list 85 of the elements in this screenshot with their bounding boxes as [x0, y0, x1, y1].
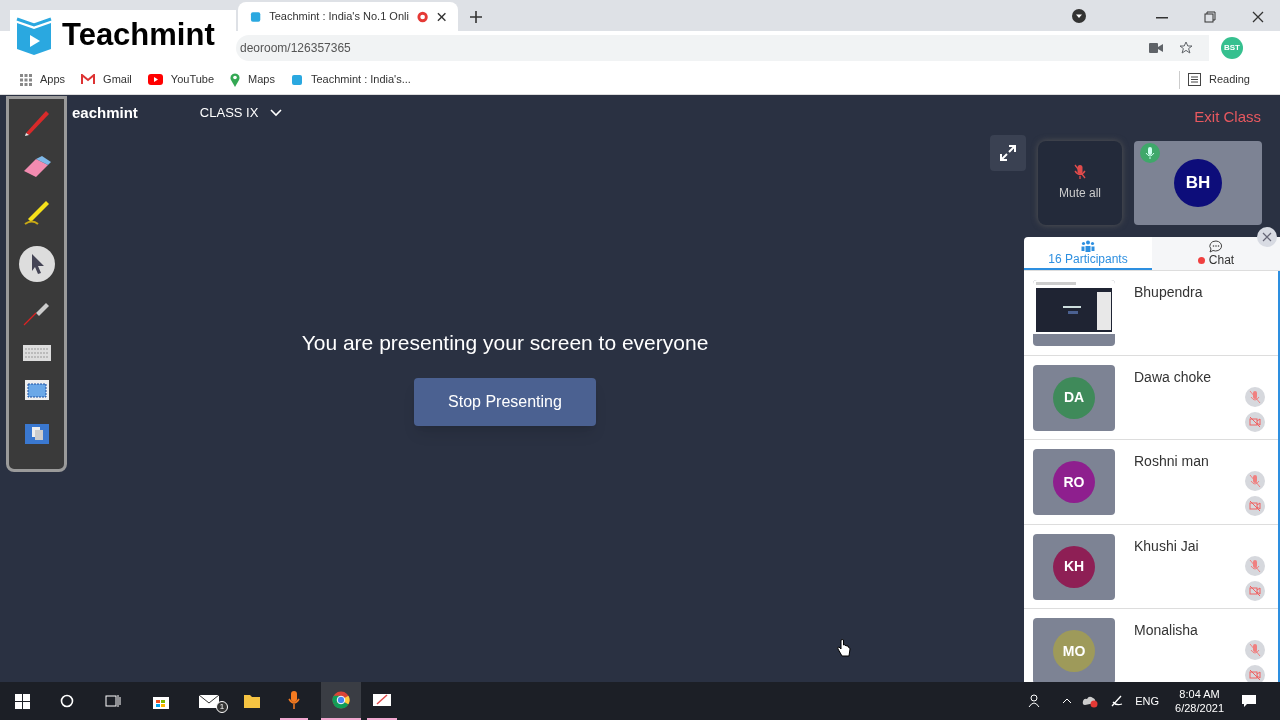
star-icon[interactable] — [1179, 41, 1193, 55]
tab-favicon-icon — [250, 10, 262, 23]
chevron-up-icon[interactable] — [1062, 698, 1073, 704]
pointer-icon[interactable] — [17, 245, 56, 283]
minimize-icon[interactable] — [1156, 17, 1168, 19]
mail-badge: 1 — [216, 701, 228, 713]
close-icon[interactable] — [1252, 11, 1264, 23]
participant-name: Khushi Jai — [1134, 536, 1199, 556]
participant-row[interactable]: RO Roshni man — [1024, 440, 1278, 525]
chat-icon — [1209, 240, 1223, 253]
class-selector[interactable]: CLASS IX — [199, 103, 283, 123]
map-pin-icon — [230, 72, 241, 87]
task-view-icon[interactable] — [105, 694, 121, 708]
chevron-down-icon — [270, 109, 283, 117]
muted-mic-icon[interactable] — [1245, 640, 1265, 660]
reading-list-label[interactable]: Reading — [1209, 71, 1250, 88]
dropdown-icon[interactable] — [1072, 9, 1086, 23]
mail-icon[interactable] — [198, 693, 220, 709]
bookmark-favicon-icon — [290, 73, 303, 86]
microphone-icon[interactable] — [288, 690, 300, 710]
pen-icon[interactable] — [1110, 694, 1125, 708]
cloud-error-icon[interactable] — [1082, 694, 1099, 708]
participant-name: Roshni man — [1134, 452, 1209, 471]
expand-icon — [998, 143, 1018, 163]
panel-tab[interactable]: Chat — [1152, 237, 1280, 270]
address-bar[interactable]: deoroom/126357365 — [236, 35, 1209, 61]
muted-mic-icon[interactable] — [1245, 555, 1265, 576]
clock-time[interactable]: 8:04 AM — [1179, 687, 1220, 701]
recording-icon — [417, 10, 429, 23]
language-indicator[interactable]: ENG — [1135, 692, 1160, 710]
clock-date[interactable]: 6/28/2021 — [1175, 701, 1224, 715]
close-panel-button[interactable] — [1257, 227, 1277, 247]
mute-all-button[interactable]: Mute all — [1038, 141, 1122, 225]
close-icon — [1262, 232, 1272, 242]
participant-name: Monalisha — [1134, 621, 1198, 640]
avatar: RO — [1053, 461, 1095, 503]
bookmark-link[interactable]: Gmail — [81, 71, 132, 88]
muted-mic-icon — [1074, 164, 1086, 180]
participant-row[interactable]: Bhupendra — [1024, 271, 1278, 356]
avatar: DA — [1053, 376, 1095, 419]
muted-mic-icon[interactable] — [1245, 386, 1265, 407]
notification-icon[interactable] — [1241, 694, 1257, 708]
keyboard-icon[interactable] — [22, 345, 51, 361]
play-icon — [147, 74, 163, 85]
bookmark-link[interactable]: Maps — [230, 71, 275, 88]
hand-cursor-icon — [837, 639, 851, 657]
logo-book-icon — [14, 15, 54, 55]
folder-icon[interactable] — [243, 693, 261, 709]
chrome-icon[interactable] — [332, 691, 350, 709]
logo-text: Teachmint — [62, 15, 215, 54]
muted-mic-icon[interactable] — [1245, 471, 1265, 491]
app-logo: eachmint — [72, 102, 138, 123]
close-icon[interactable] — [436, 11, 446, 22]
expand-button[interactable] — [990, 135, 1026, 171]
restore-icon[interactable] — [1204, 11, 1216, 23]
bookmark-link[interactable]: Apps — [20, 71, 66, 88]
whiteboard-icon[interactable] — [372, 692, 392, 708]
participant-row[interactable]: DA Dawa choke — [1024, 355, 1278, 440]
exit-class-button[interactable]: Exit Class — [1194, 105, 1261, 129]
avatar: KH — [1053, 545, 1095, 588]
windows-start-icon[interactable] — [15, 693, 30, 709]
camera-off-icon[interactable] — [1245, 580, 1265, 601]
bookmark-link[interactable]: YouTube — [147, 71, 215, 88]
camera-off-icon[interactable] — [1245, 411, 1265, 432]
apps-grid-icon — [20, 73, 32, 86]
speaker-tile[interactable]: BH — [1134, 141, 1262, 225]
url-text: deoroom/126357365 — [240, 40, 351, 57]
participant-row[interactable]: KH Khushi Jai — [1024, 524, 1278, 609]
participant-name: Dawa choke — [1134, 367, 1212, 387]
reading-list-icon[interactable] — [1188, 73, 1201, 86]
people-icon — [1081, 239, 1095, 252]
camera-off-icon[interactable] — [1245, 496, 1265, 516]
avatar: MO — [1053, 630, 1095, 672]
camera-icon[interactable] — [1149, 43, 1163, 53]
tab-title: Teachmint : India's No.1 Onli — [269, 9, 410, 25]
stop-presenting-button[interactable]: Stop Presenting — [414, 378, 596, 427]
browser-tab[interactable]: Teachmint : India's No.1 Onli — [238, 2, 458, 31]
participant-name: Bhupendra — [1134, 283, 1203, 302]
laser-pointer-icon[interactable] — [21, 301, 52, 327]
mail-icon — [81, 74, 96, 85]
bookmark-link[interactable]: Teachmint : India's... — [290, 71, 411, 88]
avatar: BH — [1174, 159, 1222, 207]
new-tab-icon[interactable] — [470, 11, 482, 23]
presenting-message: You are presenting your screen to everyone — [301, 329, 709, 356]
search-icon[interactable] — [60, 694, 74, 708]
